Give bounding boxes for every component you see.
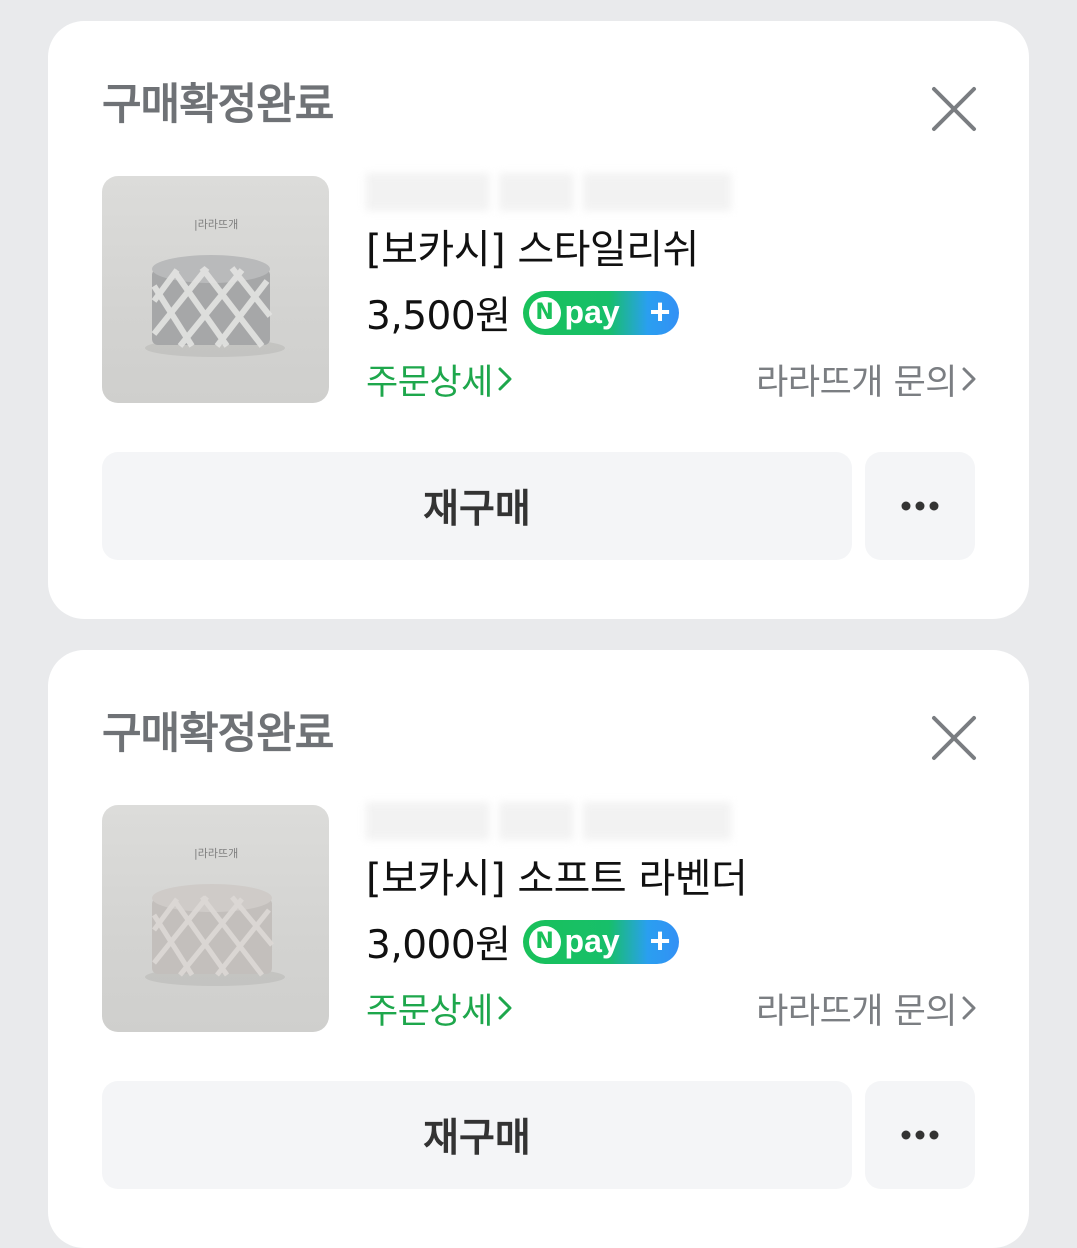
seller-inquiry-label: 라라뜨개 문의 bbox=[756, 362, 957, 403]
npay-plus-badge: N pay + bbox=[522, 920, 679, 964]
chevron-right-icon bbox=[962, 367, 976, 391]
more-options-button[interactable] bbox=[865, 1081, 975, 1189]
order-detail-link[interactable]: 주문상세 bbox=[366, 980, 513, 1036]
npay-n-icon: N bbox=[528, 926, 561, 958]
close-icon[interactable] bbox=[928, 712, 980, 764]
rebuy-button[interactable]: 재구매 bbox=[102, 452, 852, 560]
more-horizontal-icon bbox=[901, 1130, 939, 1140]
order-detail-label: 주문상세 bbox=[366, 991, 493, 1032]
npay-label: pay bbox=[564, 294, 620, 330]
order-date-blurred: █████ ███ ██████ bbox=[366, 173, 731, 211]
yarn-ball-image bbox=[145, 255, 285, 357]
product-thumbnail[interactable]: |라라뜨개 bbox=[102, 176, 329, 403]
product-price: 3,000원 bbox=[366, 923, 511, 968]
order-status: 구매확정완료 bbox=[102, 709, 334, 759]
rebuy-button[interactable]: 재구매 bbox=[102, 1081, 852, 1189]
more-options-button[interactable] bbox=[865, 452, 975, 560]
npay-n-icon: N bbox=[528, 297, 561, 329]
order-detail-link[interactable]: 주문상세 bbox=[366, 351, 513, 407]
chevron-right-icon bbox=[962, 996, 976, 1020]
order-card: 구매확정완료 |라라뜨개 █████ ███ ██████ [보카시] bbox=[48, 650, 1029, 1248]
yarn-ball-image bbox=[145, 884, 285, 986]
order-card: 구매확정완료 |라라뜨개 █████ ███ ██████ [보카시] bbox=[48, 21, 1029, 619]
seller-inquiry-link[interactable]: 라라뜨개 문의 bbox=[756, 351, 977, 407]
product-name[interactable]: [보카시] 소프트 라벤더 bbox=[366, 850, 748, 908]
chevron-right-icon bbox=[498, 996, 512, 1020]
product-name[interactable]: [보카시] 스타일리쉬 bbox=[366, 221, 699, 279]
price-row: 3,000원 N pay + bbox=[366, 913, 679, 971]
close-icon[interactable] bbox=[928, 83, 980, 135]
chevron-right-icon bbox=[498, 367, 512, 391]
more-horizontal-icon bbox=[901, 501, 939, 511]
order-detail-label: 주문상세 bbox=[366, 362, 493, 403]
npay-plus-badge: N pay + bbox=[522, 291, 679, 335]
seller-inquiry-link[interactable]: 라라뜨개 문의 bbox=[756, 980, 977, 1036]
npay-plus-icon: + bbox=[649, 291, 671, 332]
order-status: 구매확정완료 bbox=[102, 80, 334, 130]
npay-label: pay bbox=[564, 923, 620, 959]
order-date-blurred: █████ ███ ██████ bbox=[366, 802, 731, 840]
npay-plus-icon: + bbox=[649, 920, 671, 961]
product-thumbnail[interactable]: |라라뜨개 bbox=[102, 805, 329, 1032]
price-row: 3,500원 N pay + bbox=[366, 284, 679, 342]
seller-inquiry-label: 라라뜨개 문의 bbox=[756, 991, 957, 1032]
product-price: 3,500원 bbox=[366, 294, 511, 339]
